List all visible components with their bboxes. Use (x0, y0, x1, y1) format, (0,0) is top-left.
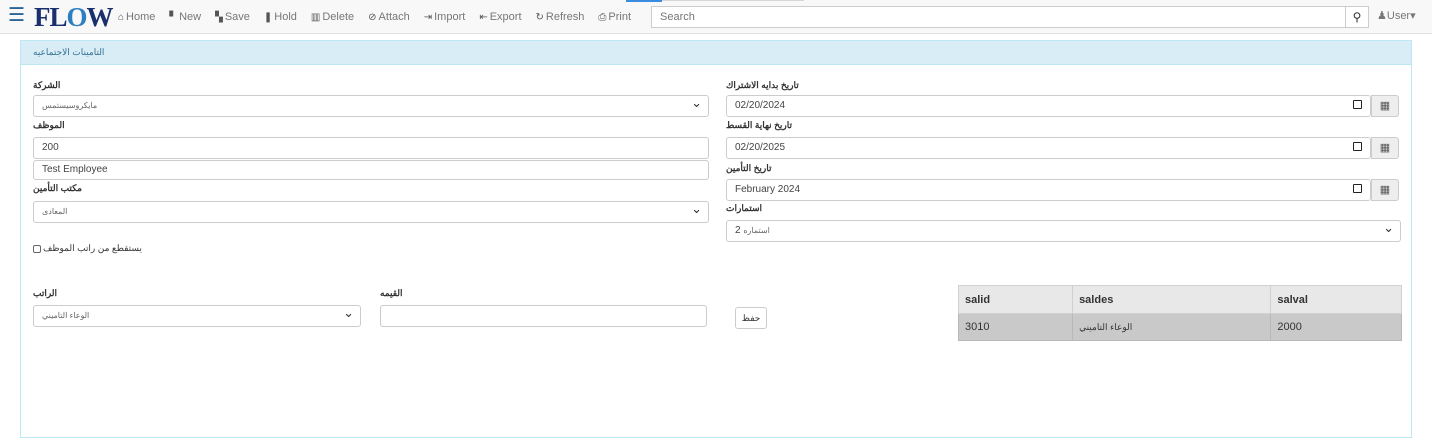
cell-salval[interactable]: 2000 (1270, 313, 1402, 341)
export-icon: ⇤ (479, 11, 488, 23)
company-label: الشركة (33, 80, 61, 90)
nav-import[interactable]: ⇥ Import (424, 11, 466, 23)
insurance-office-label: مكتب التأمين (33, 183, 82, 193)
employee-code-input[interactable]: 200 (33, 137, 709, 159)
hold-icon: ❚ (263, 11, 273, 23)
deduct-checkbox[interactable] (33, 244, 41, 253)
nav-hold[interactable]: ❚ Hold (264, 11, 297, 23)
save-button[interactable]: حفظ (735, 307, 767, 329)
salary-select[interactable]: الوعاء التاميني (33, 305, 361, 327)
calendar-icon: ▦ (1379, 184, 1391, 196)
insurance-office-select[interactable]: المعادى (33, 201, 709, 223)
insurance-date-label: تاريخ التأمين (726, 163, 772, 173)
col-salval[interactable]: salval (1270, 285, 1402, 314)
cell-salid[interactable]: 3010 (957, 313, 1074, 341)
employee-name-field[interactable]: Test Employee (33, 160, 709, 180)
subscription-start-date[interactable]: 02/20/2024 (726, 95, 1371, 117)
refresh-icon: ↻ (535, 11, 544, 23)
tab-indicator-track (662, 0, 804, 1)
subscription-start-label: تاريخ بدايه الاشتراك (726, 80, 799, 90)
import-icon: ⇥ (423, 11, 433, 23)
user-menu[interactable]: ♟User▾ (1377, 9, 1416, 22)
nav-delete[interactable]: ▥ Delete (311, 11, 354, 23)
date-picker-icon[interactable] (1353, 184, 1362, 193)
nav-refresh[interactable]: ↻ Refresh (536, 11, 585, 23)
save-icon: ▚ (215, 11, 223, 23)
calendar-button[interactable]: ▦ (1371, 95, 1399, 117)
date-picker-icon[interactable] (1353, 142, 1362, 151)
installment-end-date[interactable]: 02/20/2025 (726, 137, 1371, 159)
social-insurance-panel: التامينات الاجتماعيه الشركة مايكروسيستمس… (20, 40, 1412, 438)
panel-title: التامينات الاجتماعيه (33, 47, 105, 57)
home-icon: ⌂ (118, 11, 125, 23)
user-icon: ♟ (1377, 10, 1387, 22)
calendar-icon: ▦ (1379, 142, 1391, 154)
delete-icon: ▥ (310, 11, 321, 23)
print-icon: ⎙ (598, 11, 607, 23)
nav-new[interactable]: ▘ New (169, 11, 201, 23)
panel-heading: التامينات الاجتماعيه (21, 41, 1411, 65)
insurance-date-month[interactable]: February 2024 (726, 179, 1371, 201)
grid-header-row: salid saldes salval (957, 285, 1402, 314)
nav-export[interactable]: ⇤ Export (479, 11, 521, 23)
amount-input[interactable] (380, 305, 707, 327)
employee-label: الموظف (33, 120, 65, 130)
table-row[interactable]: 3010 الوعاء التاميني 2000 (957, 313, 1402, 341)
search-input[interactable] (651, 6, 1346, 28)
search-button[interactable]: ⚲ (1345, 6, 1369, 28)
col-salid[interactable]: salid (957, 285, 1074, 314)
hamburger-menu-icon[interactable]: ☰ (8, 6, 25, 26)
attach-icon: ⊘ (368, 11, 377, 23)
calendar-icon: ▦ (1379, 100, 1391, 112)
cell-saldes[interactable]: الوعاء التاميني (1072, 313, 1272, 341)
toolbar: ⌂ Home ▘ New ▚ Save ❚ Hold ▥ Delete ⊘ Attach ⇥… (118, 0, 645, 34)
nav-attach[interactable]: ⊘ Attach (368, 11, 410, 23)
forms-label: استمارات (726, 203, 763, 213)
flow-logo[interactable]: FLOW (34, 2, 114, 32)
deduct-from-salary-row[interactable]: يستقطع من راتب الموظف (33, 243, 142, 254)
salary-grid: salid saldes salval 3010 الوعاء التاميني… (957, 285, 1402, 341)
nav-save[interactable]: ▚ Save (215, 11, 250, 23)
company-select[interactable]: مايكروسيستمس (33, 95, 709, 117)
caret-down-icon: ▾ (1410, 10, 1416, 22)
installment-end-label: تاريخ نهاية القسط (726, 120, 793, 130)
salary-label: الراتب (33, 288, 58, 298)
col-saldes[interactable]: saldes (1072, 285, 1272, 314)
amount-label: القيمه (380, 288, 403, 298)
new-icon: ▘ (169, 11, 178, 23)
nav-home[interactable]: ⌂ Home (118, 11, 155, 23)
forms-select[interactable]: استماره 2 (726, 220, 1401, 242)
calendar-button[interactable]: ▦ (1371, 137, 1399, 159)
nav-print[interactable]: ⎙ Print (598, 11, 631, 23)
calendar-button[interactable]: ▦ (1371, 179, 1399, 201)
date-picker-icon[interactable] (1353, 100, 1362, 109)
top-navbar: ☰ FLOW ⌂ Home ▘ New ▚ Save ❚ Hold ▥ Delete ⊘ A… (0, 0, 1432, 34)
search-icon: ⚲ (1352, 10, 1362, 24)
